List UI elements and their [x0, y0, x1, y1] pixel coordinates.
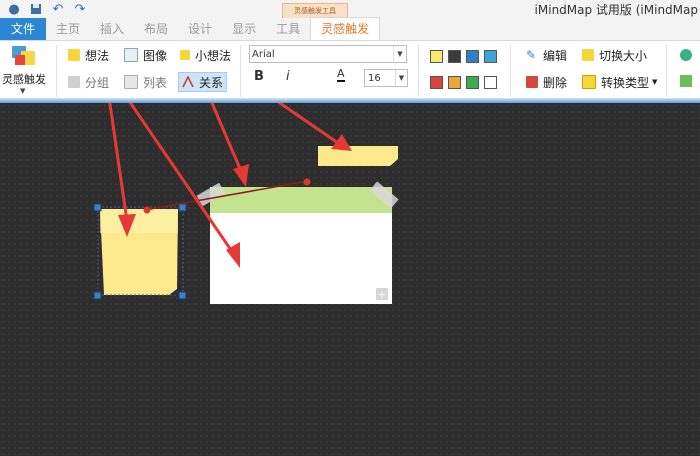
small-idea-icon: [180, 50, 190, 60]
undo-icon[interactable]: ↶: [50, 2, 66, 17]
resize-handle[interactable]: [93, 291, 102, 300]
resize-handle[interactable]: [178, 291, 187, 300]
ribbon-divider: [56, 45, 57, 97]
delete-button[interactable]: 删除: [526, 73, 567, 91]
tab-inspiration[interactable]: 灵感触发: [310, 17, 381, 40]
italic-button[interactable]: i: [286, 69, 290, 84]
ribbon-divider: [240, 45, 241, 97]
color-swatch-orange[interactable]: [448, 76, 461, 89]
context-tab-group-label: 灵感触发工具: [282, 3, 348, 18]
quick-access-toolbar: ● ↶ ↷: [0, 0, 88, 18]
tab-home[interactable]: 主页: [46, 18, 90, 40]
app-logo-icon[interactable]: ●: [6, 2, 22, 17]
chevron-down-icon: ▼: [652, 78, 658, 86]
edit-button[interactable]: ✎ 编辑: [526, 46, 567, 64]
sticky-notes-icon: [12, 46, 35, 65]
tab-insert[interactable]: 插入: [90, 18, 134, 40]
tab-view[interactable]: 显示: [222, 18, 266, 40]
color-swatch-blue[interactable]: [466, 50, 479, 63]
tab-file[interactable]: 文件: [0, 18, 46, 40]
convert-type-button[interactable]: 转换类型 ▼: [582, 73, 657, 91]
ribbon: 灵感触发 ▼ 想法 图像 小想法 分组 列表 关系 Arial ▼ B i A …: [0, 40, 700, 99]
convert-icon: [582, 75, 596, 89]
insert-idea-button[interactable]: 想法: [68, 46, 109, 64]
tab-tools[interactable]: 工具: [266, 18, 310, 40]
font-color-button[interactable]: A: [337, 68, 345, 82]
insert-small-idea-button[interactable]: 小想法: [180, 46, 231, 64]
tab-design[interactable]: 设计: [178, 18, 222, 40]
ribbon-tabs: 文件 主页 插入 布局 设计 显示 工具 灵感触发: [0, 17, 381, 40]
ribbon-divider: [510, 45, 511, 97]
insert-list-button[interactable]: 列表: [124, 73, 167, 91]
pencil-icon: ✎: [526, 48, 537, 62]
chevron-down-icon[interactable]: ▼: [393, 46, 406, 62]
inspiration-button-label: 灵感触发: [2, 73, 46, 86]
relation-icon: [182, 75, 194, 88]
resize-handle[interactable]: [178, 203, 187, 212]
pin-icon[interactable]: [303, 178, 311, 186]
mindmap-canvas[interactable]: +: [0, 103, 700, 456]
ribbon-divider: [418, 45, 419, 97]
trash-icon: [526, 76, 538, 88]
save-icon[interactable]: [28, 2, 44, 16]
color-swatch-green[interactable]: [466, 76, 479, 89]
ribbon-divider: [666, 45, 667, 97]
color-swatch-yellow[interactable]: [430, 50, 443, 63]
group-icon: [68, 76, 80, 88]
overflow-item-icon[interactable]: [680, 49, 692, 61]
color-swatch-red[interactable]: [430, 76, 443, 89]
image-icon: [124, 48, 138, 62]
resize-handle[interactable]: [93, 203, 102, 212]
bold-button[interactable]: B: [254, 69, 264, 84]
list-icon: [124, 75, 138, 89]
chevron-down-icon: ▼: [20, 87, 26, 95]
color-swatch-dark[interactable]: [448, 50, 461, 63]
font-family-select[interactable]: Arial ▼: [249, 45, 407, 63]
chevron-down-icon[interactable]: ▼: [395, 70, 407, 86]
pin-icon[interactable]: [143, 206, 151, 214]
tab-layout[interactable]: 布局: [134, 18, 178, 40]
small-idea-note[interactable]: [318, 146, 398, 166]
font-size-select[interactable]: 16 ▼: [364, 69, 408, 87]
insert-group-button[interactable]: 分组: [68, 73, 109, 91]
insert-image-button[interactable]: 图像: [124, 46, 167, 64]
color-swatch-white[interactable]: [484, 76, 497, 89]
window-title: iMindMap 试用版 (iMindMap: [534, 3, 698, 17]
insert-relation-button[interactable]: 关系: [178, 72, 228, 92]
resize-icon: [582, 49, 594, 61]
redo-icon[interactable]: ↷: [72, 2, 88, 17]
color-swatch-light-blue[interactable]: [484, 50, 497, 63]
toggle-size-button[interactable]: 切换大小: [582, 46, 647, 64]
inspiration-big-button[interactable]: 灵感触发 ▼: [2, 43, 46, 97]
selected-sticky-note[interactable]: [97, 206, 184, 296]
add-icon-label: +: [377, 288, 386, 301]
idea-note-icon: [68, 49, 80, 61]
overflow-item-icon[interactable]: [680, 75, 692, 87]
